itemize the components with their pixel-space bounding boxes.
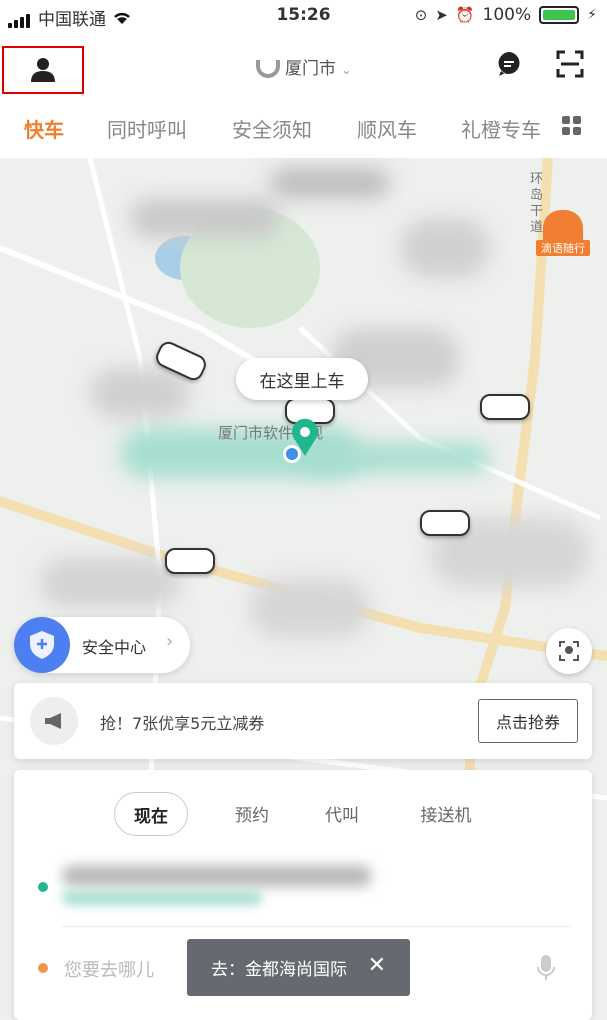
voice-input-button[interactable]: [536, 954, 556, 986]
destination-input[interactable]: 您要去哪儿: [64, 956, 154, 982]
status-bar: 中国联通 15:26 ⊙ ➤ ⏰ 100% ⚡: [0, 0, 607, 32]
city-name: 厦门市: [284, 59, 336, 79]
pickup-field[interactable]: [62, 865, 392, 909]
coupon-text: 抢！7张优享5元立减券: [100, 714, 265, 733]
message-button[interactable]: [496, 50, 522, 82]
coupon-banner[interactable]: 抢！7张优享5元立减券 点击抢券: [14, 683, 592, 759]
safety-center-button[interactable]: 安全中心 ›: [14, 617, 190, 673]
destination-suggestion[interactable]: 去：金都海尚国际 ✕: [187, 939, 410, 996]
brand-badge[interactable]: 滴语随行: [536, 210, 590, 256]
location-arrow-icon: ➤: [435, 6, 448, 24]
tab-premier[interactable]: 礼橙专车: [461, 114, 541, 143]
car-marker: [420, 510, 470, 536]
pickup-dot: [38, 882, 48, 892]
tab-express[interactable]: 快车: [24, 114, 64, 143]
mode-now[interactable]: 现在: [114, 792, 188, 836]
microphone-icon: [537, 955, 555, 980]
status-right: ⊙ ➤ ⏰ 100% ⚡: [415, 5, 597, 25]
chevron-down-icon: ⌄: [341, 63, 352, 77]
scan-icon: [556, 50, 584, 78]
close-icon[interactable]: ✕: [368, 953, 386, 978]
mode-reserve[interactable]: 预约: [224, 792, 280, 834]
tab-multi-call[interactable]: 同时呼叫: [107, 114, 187, 143]
car-marker: [480, 394, 530, 420]
locate-icon: [559, 641, 579, 661]
locate-button[interactable]: [546, 628, 592, 674]
mode-airport[interactable]: 接送机: [414, 792, 478, 834]
charging-icon: ⚡: [587, 7, 597, 23]
divider: [62, 926, 572, 927]
more-services-button[interactable]: [562, 116, 582, 141]
mode-call-for-others[interactable]: 代叫: [314, 792, 370, 834]
grid-icon: [562, 116, 581, 135]
safety-label: 安全中心: [82, 638, 147, 657]
rotation-lock-icon: ⊙: [414, 6, 428, 24]
service-tabs: 快车 同时呼叫 安全须知 顺风车 礼橙专车: [0, 94, 607, 158]
current-location-dot: [283, 445, 301, 463]
message-icon: [498, 52, 520, 76]
scan-button[interactable]: [556, 50, 584, 82]
battery-percent: 100%: [482, 5, 532, 25]
claim-coupon-button[interactable]: 点击抢券: [478, 699, 578, 743]
car-marker: [165, 548, 215, 574]
top-bar: 厦门市 ⌄: [0, 32, 607, 94]
didi-logo-icon: [255, 60, 280, 78]
alarm-icon: ⏰: [455, 6, 475, 24]
shield-icon: [14, 617, 70, 673]
battery-icon: [539, 6, 580, 24]
destination-dot: [38, 963, 48, 973]
time-mode-tabs: 现在 预约 代叫 接送机: [14, 792, 592, 836]
megaphone-icon: [30, 697, 78, 745]
chevron-right-icon: ›: [166, 631, 174, 652]
tab-carpool[interactable]: 顺风车: [357, 114, 417, 143]
tab-safety-notice[interactable]: 安全须知: [232, 114, 312, 143]
pickup-bubble[interactable]: 在这里上车: [236, 358, 368, 400]
suggestion-text: 去：金都海尚国际: [211, 960, 347, 980]
